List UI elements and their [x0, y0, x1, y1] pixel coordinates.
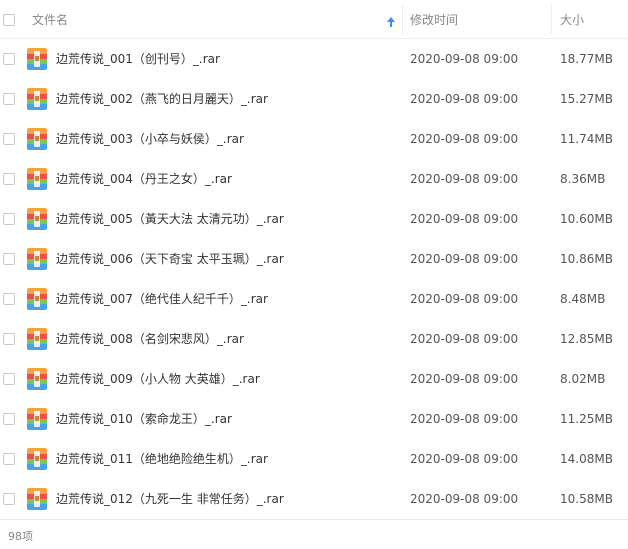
table-row[interactable]: 边荒传说_011（绝地绝险绝生机）_.rar 2020-09-08 09:00 14… — [0, 439, 628, 479]
row-checkbox[interactable] — [3, 493, 15, 505]
file-modified-time: 2020-09-08 09:00 — [410, 92, 519, 106]
archive-rar-icon — [27, 408, 47, 430]
file-name[interactable]: 边荒传说_009（小人物 大英雄）_.rar — [56, 359, 260, 399]
file-name[interactable]: 边荒传说_005（黃天大法 太清元功）_.rar — [56, 199, 284, 239]
column-header-size[interactable]: 大小 — [560, 0, 620, 39]
table-row[interactable]: 边荒传说_009（小人物 大英雄）_.rar 2020-09-08 09:00 8.… — [0, 359, 628, 399]
row-checkbox[interactable] — [3, 453, 15, 465]
file-modified-time: 2020-09-08 09:00 — [410, 252, 519, 266]
row-checkbox[interactable] — [3, 53, 15, 65]
file-modified-time: 2020-09-08 09:00 — [410, 412, 519, 426]
archive-rar-icon — [27, 48, 47, 70]
row-checkbox[interactable] — [3, 373, 15, 385]
file-size: 15.27MB — [560, 92, 613, 106]
archive-rar-icon — [27, 288, 47, 310]
sort-up-arrow-icon[interactable] — [386, 16, 396, 28]
column-header-name[interactable]: 文件名 — [32, 0, 402, 39]
file-name[interactable]: 边荒传说_007（绝代佳人纪千千）_.rar — [56, 279, 268, 319]
file-size: 8.36MB — [560, 172, 606, 186]
file-name[interactable]: 边荒传说_012（九死一生 非常任务）_.rar — [56, 479, 284, 519]
archive-rar-icon — [27, 328, 47, 350]
row-checkbox[interactable] — [3, 293, 15, 305]
row-checkbox[interactable] — [3, 173, 15, 185]
archive-rar-icon — [27, 488, 47, 510]
archive-rar-icon — [27, 128, 47, 150]
column-header-size-label: 大小 — [560, 13, 585, 27]
row-checkbox[interactable] — [3, 133, 15, 145]
file-name[interactable]: 边荒传说_008（名剑宋悲风）_.rar — [56, 319, 244, 359]
file-size: 10.60MB — [560, 212, 613, 226]
select-all-checkbox[interactable] — [3, 14, 15, 26]
archive-rar-icon — [27, 208, 47, 230]
row-checkbox[interactable] — [3, 333, 15, 345]
archive-rar-icon — [27, 448, 47, 470]
row-checkbox[interactable] — [3, 413, 15, 425]
file-list: 文件名 修改时间 大小 边荒传说_001（创刊号）_.rar 2020-09-08… — [0, 0, 628, 549]
file-modified-time: 2020-09-08 09:00 — [410, 372, 519, 386]
file-name[interactable]: 边荒传说_010（索命龙王）_.rar — [56, 399, 232, 439]
table-row[interactable]: 边荒传说_012（九死一生 非常任务）_.rar 2020-09-08 09:00… — [0, 479, 628, 519]
archive-rar-icon — [27, 88, 47, 110]
row-checkbox[interactable] — [3, 213, 15, 225]
file-modified-time: 2020-09-08 09:00 — [410, 172, 519, 186]
file-name[interactable]: 边荒传说_006（天下奇宝 太平玉珮）_.rar — [56, 239, 284, 279]
file-modified-time: 2020-09-08 09:00 — [410, 52, 519, 66]
table-row[interactable]: 边荒传说_002（燕飞的日月麗天）_.rar 2020-09-08 09:00 15… — [0, 79, 628, 119]
file-name[interactable]: 边荒传说_002（燕飞的日月麗天）_.rar — [56, 79, 268, 119]
row-checkbox[interactable] — [3, 253, 15, 265]
archive-rar-icon — [27, 368, 47, 390]
file-size: 10.86MB — [560, 252, 613, 266]
file-size: 11.25MB — [560, 412, 613, 426]
file-modified-time: 2020-09-08 09:00 — [410, 492, 519, 506]
file-modified-time: 2020-09-08 09:00 — [410, 132, 519, 146]
status-bar: 98项 — [0, 519, 628, 549]
list-header: 文件名 修改时间 大小 — [0, 0, 628, 39]
file-modified-time: 2020-09-08 09:00 — [410, 452, 519, 466]
table-row[interactable]: 边荒传说_003（小卒与妖侯）_.rar 2020-09-08 09:00 11.7… — [0, 119, 628, 159]
file-size: 8.02MB — [560, 372, 606, 386]
file-size: 14.08MB — [560, 452, 613, 466]
file-size: 10.58MB — [560, 492, 613, 506]
column-divider[interactable] — [402, 5, 403, 34]
table-row[interactable]: 边荒传说_004（丹王之女）_.rar 2020-09-08 09:00 8.36M… — [0, 159, 628, 199]
column-divider[interactable] — [551, 5, 552, 34]
file-name[interactable]: 边荒传说_003（小卒与妖侯）_.rar — [56, 119, 244, 159]
table-row[interactable]: 边荒传说_001（创刊号）_.rar 2020-09-08 09:00 18.77M… — [0, 39, 628, 79]
file-name[interactable]: 边荒传说_001（创刊号）_.rar — [56, 39, 220, 79]
file-modified-time: 2020-09-08 09:00 — [410, 212, 519, 226]
column-header-name-label: 文件名 — [32, 13, 69, 27]
table-row[interactable]: 边荒传说_005（黃天大法 太清元功）_.rar 2020-09-08 09:00… — [0, 199, 628, 239]
file-size: 8.48MB — [560, 292, 606, 306]
file-size: 11.74MB — [560, 132, 613, 146]
column-header-mtime[interactable]: 修改时间 — [410, 0, 550, 39]
file-size: 12.85MB — [560, 332, 613, 346]
item-count: 98项 — [8, 530, 33, 543]
file-name[interactable]: 边荒传说_011（绝地绝险绝生机）_.rar — [56, 439, 268, 479]
table-row[interactable]: 边荒传说_006（天下奇宝 太平玉珮）_.rar 2020-09-08 09:00… — [0, 239, 628, 279]
file-size: 18.77MB — [560, 52, 613, 66]
archive-rar-icon — [27, 168, 47, 190]
file-modified-time: 2020-09-08 09:00 — [410, 332, 519, 346]
archive-rar-icon — [27, 248, 47, 270]
row-checkbox[interactable] — [3, 93, 15, 105]
table-row[interactable]: 边荒传说_007（绝代佳人纪千千）_.rar 2020-09-08 09:00 8.… — [0, 279, 628, 319]
column-header-mtime-label: 修改时间 — [410, 13, 459, 27]
file-modified-time: 2020-09-08 09:00 — [410, 292, 519, 306]
file-name[interactable]: 边荒传说_004（丹王之女）_.rar — [56, 159, 232, 199]
table-row[interactable]: 边荒传说_008（名剑宋悲风）_.rar 2020-09-08 09:00 12.8… — [0, 319, 628, 359]
table-row[interactable]: 边荒传说_010（索命龙王）_.rar 2020-09-08 09:00 11.25… — [0, 399, 628, 439]
